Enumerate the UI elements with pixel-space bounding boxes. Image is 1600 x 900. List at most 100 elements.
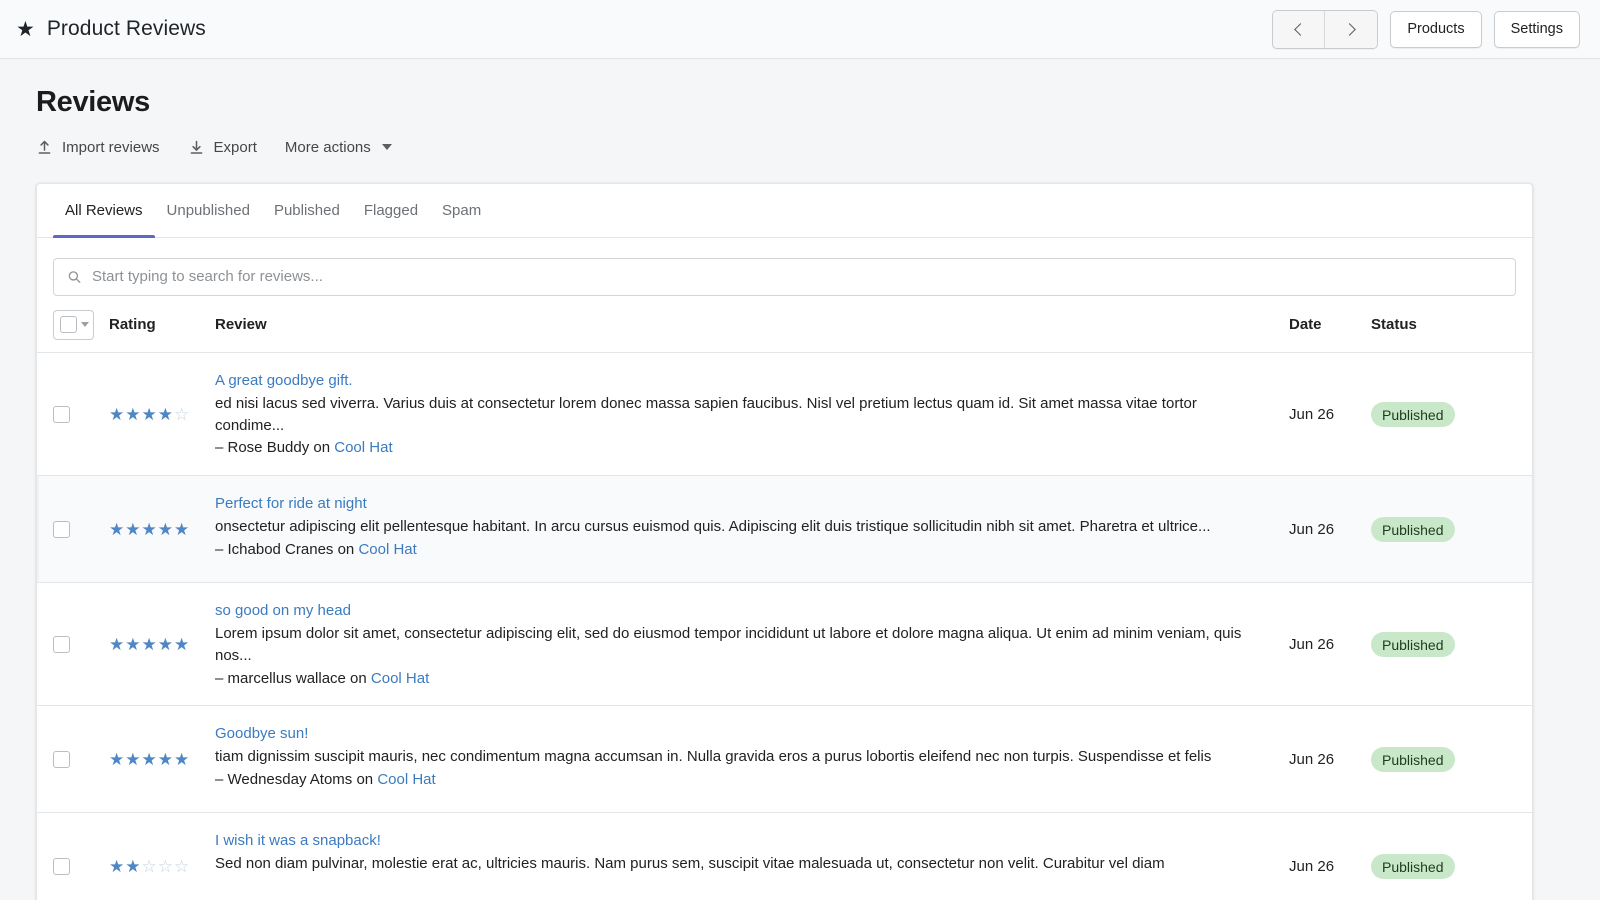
row-checkbox[interactable] [53,858,70,875]
date-cell: Jun 26 [1289,751,1371,768]
star-rating: ★★★★★ [109,636,215,653]
tab-published[interactable]: Published [262,184,352,237]
review-title-link[interactable]: Perfect for ride at night [215,493,1265,514]
column-header-date: Date [1289,316,1371,333]
review-body-text: tiam dignissim suscipit mauris, nec cond… [215,746,1265,768]
more-actions-button[interactable]: More actions [285,137,392,158]
star-empty-icon: ☆ [158,858,173,875]
star-filled-icon: ★ [174,521,189,538]
star-filled-icon: ★ [142,636,157,653]
status-cell: Published [1371,517,1516,542]
topbar-actions: Products Settings [1272,10,1580,49]
tab-flagged[interactable]: Flagged [352,184,430,237]
review-body-text: ed nisi lacus sed viverra. Varius duis a… [215,393,1265,437]
review-title-link[interactable]: Goodbye sun! [215,723,1265,744]
review-title-link[interactable]: A great goodbye gift. [215,370,1265,391]
table-row[interactable]: ★★☆☆☆I wish it was a snapback!Sed non di… [37,813,1532,900]
rating-cell: ★★★★☆ [109,406,215,423]
next-page-button[interactable] [1325,11,1377,48]
star-filled-icon: ★ [125,521,140,538]
star-filled-icon: ★ [125,636,140,653]
table-row[interactable]: ★★★★★Goodbye sun!tiam dignissim suscipit… [37,706,1532,813]
search-input[interactable] [92,259,1515,295]
upload-icon [36,139,53,156]
product-link[interactable]: Cool Hat [334,439,392,456]
status-cell: Published [1371,747,1516,772]
column-header-review: Review [215,316,1289,333]
star-filled-icon: ★ [109,858,124,875]
chevron-down-icon[interactable] [81,322,89,327]
search-icon [67,269,82,284]
star-filled-icon: ★ [142,521,157,538]
star-filled-icon: ★ [142,751,157,768]
review-author-line: – Rose Buddy on Cool Hat [215,437,1265,459]
star-icon: ★ [16,19,35,40]
products-button[interactable]: Products [1390,11,1481,48]
status-badge: Published [1371,517,1455,542]
review-author-line: – Ichabod Cranes on Cool Hat [215,539,1265,561]
select-all-checkbox[interactable] [60,316,77,333]
star-filled-icon: ★ [158,636,173,653]
table-row[interactable]: ★★★★★so good on my headLorem ipsum dolor… [37,583,1532,706]
row-checkbox[interactable] [53,521,70,538]
star-filled-icon: ★ [109,636,124,653]
rating-cell: ★★★★★ [109,636,215,653]
star-rating: ★★★★☆ [109,406,215,423]
rating-cell: ★★☆☆☆ [109,858,215,875]
product-link[interactable]: Cool Hat [377,771,435,788]
star-empty-icon: ☆ [142,858,157,875]
app-topbar: ★ Product Reviews Products Settings [0,0,1600,59]
row-select-cell [53,751,109,768]
date-cell: Jun 26 [1289,858,1371,875]
review-title-link[interactable]: so good on my head [215,600,1265,621]
settings-button[interactable]: Settings [1494,11,1580,48]
table-header-row: Rating Review Date Status [37,310,1532,353]
tab-spam[interactable]: Spam [430,184,493,237]
app-brand: ★ Product Reviews [16,17,206,41]
date-cell: Jun 26 [1289,521,1371,538]
reviews-tabs: All Reviews Unpublished Published Flagge… [37,184,1532,238]
tab-unpublished[interactable]: Unpublished [155,184,262,237]
star-filled-icon: ★ [125,751,140,768]
row-checkbox[interactable] [53,751,70,768]
import-reviews-button[interactable]: Import reviews [36,137,160,158]
review-author-line: – Wednesday Atoms on Cool Hat [215,769,1265,791]
row-checkbox[interactable] [53,406,70,423]
table-row[interactable]: ★★★★★Perfect for ride at nightonsectetur… [37,476,1532,583]
review-cell: A great goodbye gift.ed nisi lacus sed v… [215,370,1289,459]
table-row[interactable]: ★★★★☆A great goodbye gift.ed nisi lacus … [37,353,1532,476]
search-box[interactable] [53,258,1516,296]
page-actions: Import reviews Export More actions [36,137,1564,158]
review-body-text: onsectetur adipiscing elit pellentesque … [215,516,1265,538]
star-filled-icon: ★ [125,858,140,875]
previous-page-button[interactable] [1273,11,1325,48]
product-link[interactable]: Cool Hat [358,541,416,558]
review-body-text: Sed non diam pulvinar, molestie erat ac,… [215,853,1265,875]
product-link[interactable]: Cool Hat [371,670,429,687]
chevron-right-icon [1343,23,1356,36]
status-badge: Published [1371,402,1455,427]
review-title-link[interactable]: I wish it was a snapback! [215,830,1265,851]
download-icon [188,139,205,156]
export-button[interactable]: Export [188,137,257,158]
status-badge: Published [1371,854,1455,879]
star-filled-icon: ★ [142,406,157,423]
status-badge: Published [1371,632,1455,657]
row-checkbox[interactable] [53,636,70,653]
star-filled-icon: ★ [174,751,189,768]
status-badge: Published [1371,747,1455,772]
select-all-control[interactable] [53,310,94,340]
review-author-line: – marcellus wallace on Cool Hat [215,668,1265,690]
review-cell: so good on my headLorem ipsum dolor sit … [215,600,1289,689]
tab-all-reviews[interactable]: All Reviews [53,184,155,237]
reviews-card: All Reviews Unpublished Published Flagge… [36,183,1533,900]
status-cell: Published [1371,402,1516,427]
status-cell: Published [1371,632,1516,657]
star-filled-icon: ★ [109,406,124,423]
star-empty-icon: ☆ [174,406,189,423]
search-section [37,238,1532,310]
page-title: Reviews [36,87,1564,119]
column-header-rating: Rating [109,316,215,333]
review-cell: I wish it was a snapback!Sed non diam pu… [215,830,1289,875]
star-rating: ★★☆☆☆ [109,858,215,875]
